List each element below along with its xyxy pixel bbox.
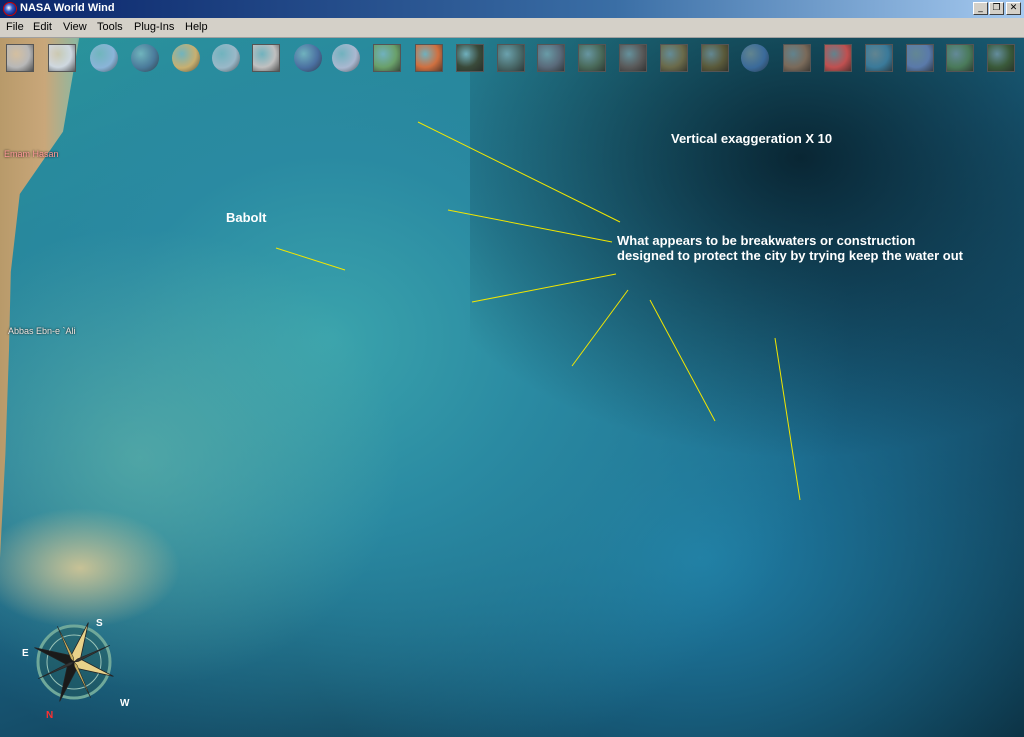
compass-rose-icon[interactable]: S E W N bbox=[22, 610, 132, 721]
nasa-logo-icon bbox=[3, 2, 17, 16]
pointer-line bbox=[471, 273, 617, 303]
minimize-button[interactable]: _ bbox=[973, 2, 988, 15]
pointer-line bbox=[417, 121, 621, 223]
close-button[interactable]: ✕ bbox=[1006, 2, 1021, 15]
menu-file[interactable]: File bbox=[6, 21, 24, 33]
pointer-line bbox=[275, 247, 346, 271]
compass-label-e: E bbox=[22, 648, 29, 659]
title-bar: NASA World Wind _ ❐ ✕ bbox=[0, 0, 1024, 18]
menu-plug-ins[interactable]: Plug-Ins bbox=[134, 21, 174, 33]
menu-view[interactable]: View bbox=[63, 21, 87, 33]
annotation-pointer-lines bbox=[275, 121, 801, 501]
pointer-line bbox=[571, 289, 629, 367]
menu-bar: File Edit View Tools Plug-Ins Help bbox=[0, 18, 1024, 38]
compass-label-s: S bbox=[96, 618, 103, 629]
menu-edit[interactable]: Edit bbox=[33, 21, 52, 33]
menu-tools[interactable]: Tools bbox=[97, 21, 123, 33]
menu-help[interactable]: Help bbox=[185, 21, 208, 33]
compass-label-n: N bbox=[46, 710, 53, 720]
compass-label-w: W bbox=[120, 698, 130, 709]
globe-view[interactable]: Emam Hasan Abbas Ebn-e `Ali Babolt Verti… bbox=[0, 38, 1024, 737]
restore-button[interactable]: ❐ bbox=[989, 2, 1004, 15]
pointer-line bbox=[447, 209, 613, 243]
window-title: NASA World Wind bbox=[20, 2, 115, 14]
pointer-line bbox=[649, 299, 716, 422]
pointer-line bbox=[774, 337, 801, 501]
